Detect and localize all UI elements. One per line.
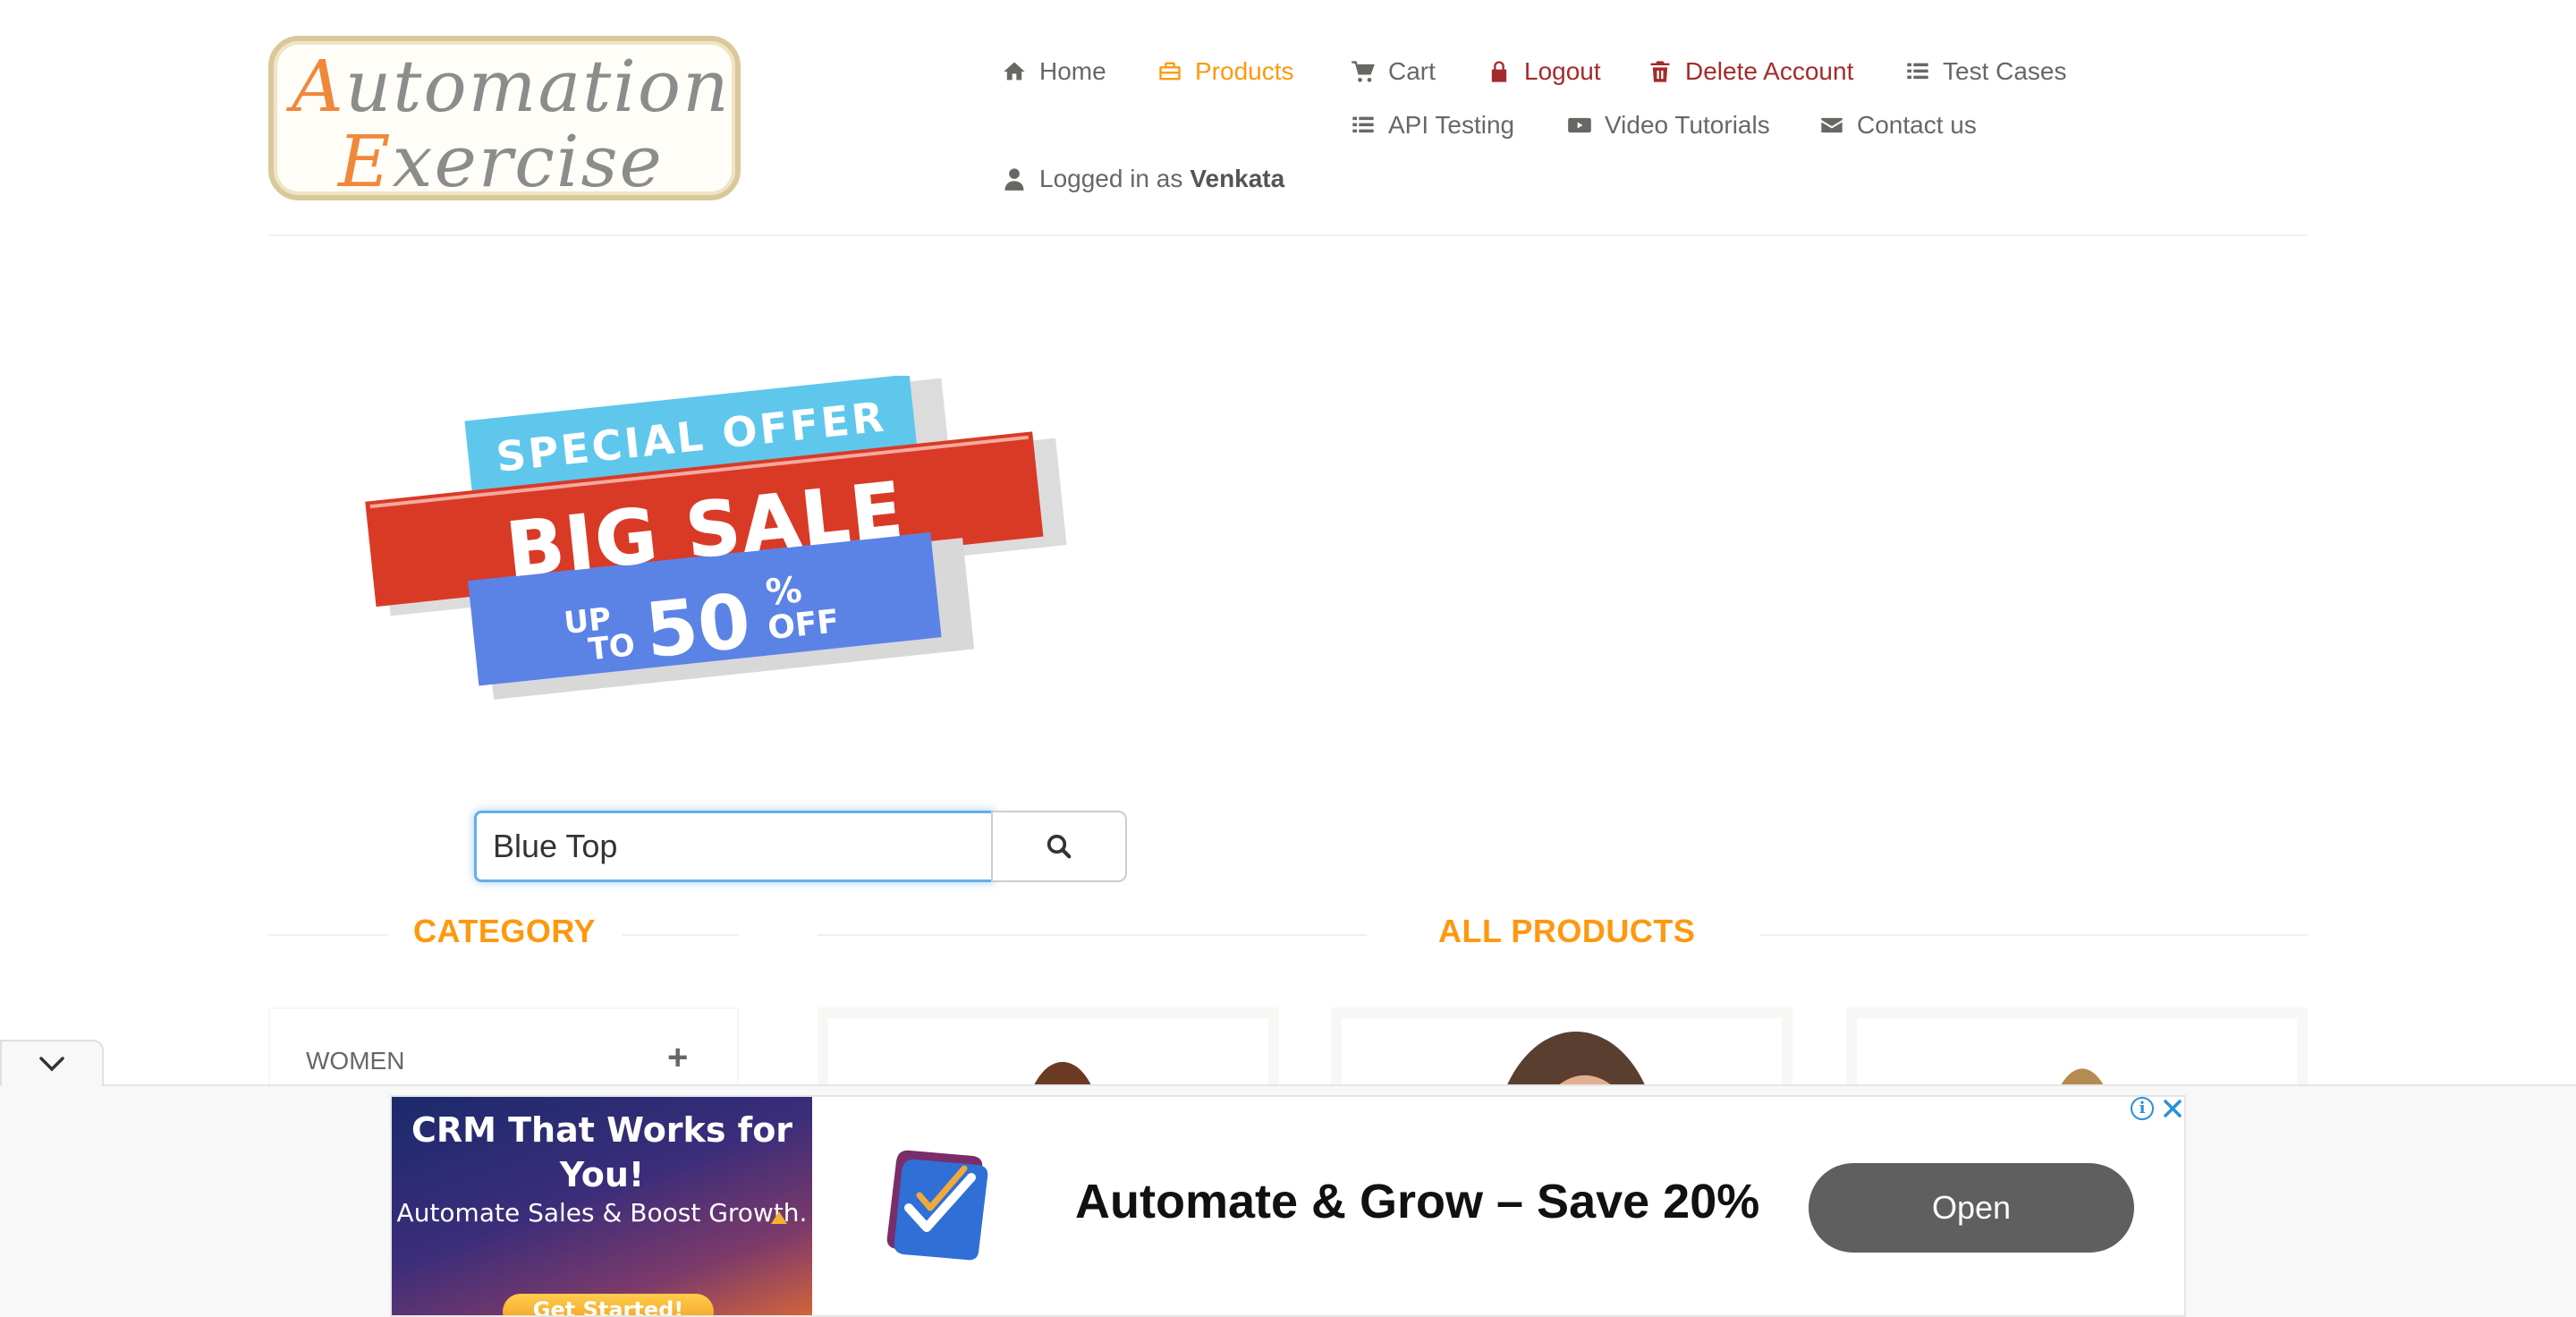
checkmark-logo-icon [886,1150,988,1261]
lock-icon [1491,61,1507,82]
logged-in-username: Venkata [1190,165,1285,192]
nav-logout[interactable]: Logout [1487,54,1601,89]
banner-off: OFF [766,603,841,647]
search-icon [1046,834,1072,859]
title-rule-left [268,934,388,936]
special-offer-banner: SPECIAL OFFER BIG SALE UP TO 50 % OFF [365,376,1067,700]
youtube-play-icon [1568,117,1591,133]
nav-logout-label: Logout [1524,57,1601,85]
envelope-icon [1821,117,1843,133]
nav-cart-label: Cart [1388,57,1436,85]
ad-headline: Automate & Grow – Save 20% [1075,1175,1760,1228]
title-rule-left [818,934,1367,936]
search-button[interactable] [991,811,1127,882]
category-item-women[interactable]: WOMEN [306,1047,404,1075]
chevron-down-icon [39,1057,64,1072]
ad-close-button[interactable] [2159,1095,2186,1122]
logged-in-prefix: Logged in as [1039,165,1183,192]
category-title: CATEGORY [413,913,597,949]
ad-collapse-toggle[interactable] [0,1040,104,1086]
ad-info-icon[interactable]: i [2131,1097,2154,1120]
all-products-title-row: ALL PRODUCTS [818,913,2308,957]
cart-icon [1352,61,1375,82]
nav-test-cases[interactable]: Test Cases [1905,54,2067,89]
ad-image[interactable]: CRM That Works for You! Automate Sales &… [392,1097,812,1315]
ad-image-cta[interactable]: Get Started! [503,1294,714,1315]
category-title-row: CATEGORY [268,913,739,957]
nav-delete-account[interactable]: Delete Account [1648,54,1853,89]
logo-line-1: Automation [292,45,731,128]
nav-video-tutorials[interactable]: Video Tutorials [1567,107,1770,143]
nav-products-label: Products [1195,57,1294,85]
nav-test-cases-label: Test Cases [1943,57,2067,85]
user-icon [1004,168,1024,191]
category-expand-women[interactable]: + [667,1038,688,1078]
ad-open-button[interactable]: Open [1809,1163,2134,1253]
logo-line-2: Exercise [338,120,664,203]
ad-image-subtext: Automate Sales & Boost Growth. [396,1198,808,1228]
search-product-input[interactable] [474,811,995,882]
nav-delete-account-label: Delete Account [1685,57,1854,85]
site-logo[interactable]: Automation Exercise [268,36,741,203]
title-rule-right [1760,934,2308,936]
list-icon [1907,63,1928,80]
all-products-title: ALL PRODUCTS [1438,913,1696,949]
close-icon [2164,1100,2182,1117]
home-icon [1004,62,1025,81]
nav-contact-us-label: Contact us [1857,111,1977,139]
nav-api-testing-label: API Testing [1388,111,1515,139]
header-divider [268,234,2308,236]
banner-percent-value: 50 [641,577,755,675]
briefcase-icon [1159,62,1181,81]
banner-to: TO [587,627,637,667]
logged-in-status: Logged in as Venkata [1002,161,1284,197]
nav-products[interactable]: Products [1157,54,1294,89]
triangle-icon [771,1211,787,1224]
nav-home-label: Home [1039,57,1106,85]
nav-api-testing[interactable]: API Testing [1351,107,1514,143]
list-icon [1352,116,1374,133]
ad-banner[interactable]: CRM That Works for You! Automate Sales &… [390,1095,2186,1317]
title-rule-right [623,934,739,936]
nav-video-tutorials-label: Video Tutorials [1605,111,1770,139]
nav-contact-us[interactable]: Contact us [1819,107,1977,143]
nav-home[interactable]: Home [1002,54,1106,89]
ad-image-headline: CRM That Works for You! [411,1110,793,1194]
nav-cart[interactable]: Cart [1351,54,1436,89]
trash-icon [1650,61,1670,82]
